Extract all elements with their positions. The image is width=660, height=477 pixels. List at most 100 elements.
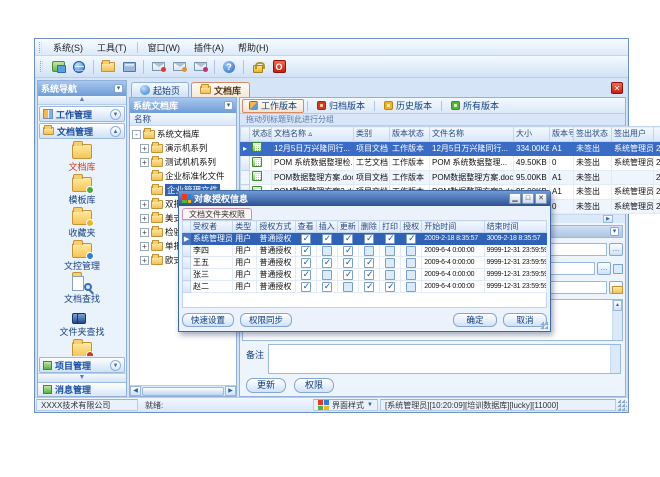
print-checkbox[interactable] bbox=[385, 258, 395, 268]
minimize-icon[interactable]: ▁ bbox=[509, 193, 521, 204]
sidebar-item-folder-search[interactable]: 文件夹查找 bbox=[40, 307, 124, 339]
col-start-time[interactable]: 开始时间 bbox=[422, 221, 484, 233]
sidebar-section-doc[interactable]: 文档管理 ▲ bbox=[39, 123, 125, 139]
tab-history-version[interactable]: 历史版本 bbox=[378, 99, 438, 113]
permission-row-selected[interactable]: ▶ 系统管理员用户普通授权 2009-2-18 8:35:573009-2-18… bbox=[183, 233, 547, 245]
group-by-bar[interactable]: 拖动列标题到此进行分组 bbox=[240, 114, 625, 126]
tab-all-version[interactable]: 所有版本 bbox=[445, 99, 505, 113]
permission-row[interactable]: 张三用户普通授权 2009-6-4 0:00:009999-12-31 23:5… bbox=[183, 269, 547, 281]
open-folder-icon[interactable] bbox=[99, 58, 117, 75]
print-checkbox[interactable] bbox=[385, 234, 395, 244]
menu-help[interactable]: 帮助(H) bbox=[232, 40, 275, 55]
print-checkbox[interactable] bbox=[385, 282, 395, 292]
tree-item[interactable]: + 测试机机系列 bbox=[130, 155, 236, 169]
quick-setup-button[interactable]: 快速设置 bbox=[182, 313, 234, 327]
col-view[interactable]: 查看 bbox=[295, 221, 316, 233]
sidebar-item-template-library[interactable]: 模板库 bbox=[40, 175, 124, 207]
remark-textarea[interactable] bbox=[268, 344, 621, 374]
insert-checkbox[interactable] bbox=[322, 234, 332, 244]
view-checkbox[interactable] bbox=[301, 270, 311, 280]
menu-window[interactable]: 窗口(W) bbox=[142, 40, 187, 55]
tab-document-library[interactable]: 文档库 bbox=[191, 82, 250, 97]
col-doc-name[interactable]: 文档名称 ▵ bbox=[272, 127, 354, 142]
col-auth-mode[interactable]: 授权方式 bbox=[257, 221, 295, 233]
authorize-checkbox[interactable] bbox=[406, 234, 416, 244]
pin-icon[interactable]: ▾ bbox=[224, 101, 233, 110]
computer-icon[interactable] bbox=[120, 58, 138, 75]
maximize-icon[interactable]: □ bbox=[522, 193, 534, 204]
grid-row[interactable]: POM数据整理方案.doc项目文档 工作版本POM数据整理方案.doc 95.0… bbox=[241, 170, 660, 185]
chevron-down-icon[interactable]: ▼ bbox=[110, 109, 121, 120]
pin-icon[interactable]: ▾ bbox=[610, 227, 619, 236]
insert-checkbox[interactable] bbox=[322, 282, 332, 292]
update-checkbox[interactable] bbox=[343, 246, 353, 256]
browse-folder-icon[interactable] bbox=[609, 281, 623, 294]
ok-button[interactable]: 确定 bbox=[453, 313, 497, 327]
update-checkbox[interactable] bbox=[343, 234, 353, 244]
expander-icon[interactable]: + bbox=[140, 242, 149, 251]
sidebar-scroll-up[interactable]: ▲ bbox=[38, 96, 126, 105]
view-checkbox[interactable] bbox=[301, 246, 311, 256]
expander-icon[interactable]: + bbox=[140, 144, 149, 153]
col-file-name[interactable]: 文件名称 bbox=[430, 127, 514, 142]
expander-icon[interactable]: + bbox=[140, 200, 149, 209]
scroll-right-icon[interactable]: ▶ bbox=[603, 215, 613, 223]
col-authorize[interactable]: 授权 bbox=[401, 221, 422, 233]
ellipsis-button[interactable]: … bbox=[597, 262, 611, 275]
internet-icon[interactable] bbox=[70, 58, 88, 75]
scroll-right-icon[interactable]: ▶ bbox=[225, 386, 236, 396]
print-checkbox[interactable] bbox=[385, 246, 395, 256]
permission-button[interactable]: 权限 bbox=[294, 378, 334, 393]
col-grantee[interactable]: 受权者 bbox=[191, 221, 233, 233]
dialog-resize-grip[interactable] bbox=[540, 321, 549, 330]
pin-icon[interactable]: ▾ bbox=[114, 84, 123, 93]
grid-row[interactable]: POM 系统数据整理检...工艺文档 工作版本POM 系统数据整理... 49.… bbox=[241, 156, 660, 171]
expander-icon[interactable]: + bbox=[140, 158, 149, 167]
sync-icon[interactable] bbox=[49, 58, 67, 75]
delete-checkbox[interactable] bbox=[364, 258, 374, 268]
view-checkbox[interactable] bbox=[301, 282, 311, 292]
tree-column-header[interactable]: 名称 bbox=[130, 113, 236, 126]
chevron-down-icon[interactable]: ▼ bbox=[110, 360, 121, 371]
col-version-no[interactable]: 版本号 bbox=[550, 127, 574, 142]
insert-checkbox[interactable] bbox=[322, 246, 332, 256]
scrollbar-thumb[interactable] bbox=[142, 387, 224, 396]
expander-icon[interactable]: - bbox=[132, 130, 141, 139]
delete-checkbox[interactable] bbox=[364, 234, 374, 244]
expander-icon[interactable]: + bbox=[140, 228, 149, 237]
permission-row[interactable]: 王五用户普通授权 2009-6-4 0:00:009999-12-31 23:5… bbox=[183, 257, 547, 269]
delete-checkbox[interactable] bbox=[364, 246, 374, 256]
authorize-checkbox[interactable] bbox=[406, 282, 416, 292]
col-end-time[interactable]: 结束时间 bbox=[484, 221, 546, 233]
permission-row[interactable]: 李四用户普通授权 2009-6-4 0:00:009999-12-31 23:5… bbox=[183, 245, 547, 257]
close-icon[interactable]: ✕ bbox=[535, 193, 547, 204]
col-print[interactable]: 打印 bbox=[380, 221, 401, 233]
permission-sync-button[interactable]: 权限同步 bbox=[240, 313, 292, 327]
tree-item[interactable]: + 演示机系列 bbox=[130, 141, 236, 155]
sidebar-section-project[interactable]: 项目管理 ▼ bbox=[39, 357, 125, 373]
property-checkbox[interactable] bbox=[613, 264, 623, 274]
col-checkout-user[interactable]: 签出用户 bbox=[612, 127, 654, 142]
sidebar-section-work[interactable]: 工作管理 ▼ bbox=[39, 106, 125, 122]
authorize-checkbox[interactable] bbox=[406, 270, 416, 280]
view-checkbox[interactable] bbox=[301, 234, 311, 244]
window-resize-grip[interactable] bbox=[617, 399, 627, 411]
tree-horizontal-scrollbar[interactable]: ◀ ▶ bbox=[130, 385, 236, 396]
tab-start-page[interactable]: 起始页 bbox=[131, 82, 189, 97]
mail-manage-icon[interactable] bbox=[191, 58, 209, 75]
col-insert[interactable]: 插入 bbox=[316, 221, 337, 233]
col-update[interactable]: 更新 bbox=[337, 221, 358, 233]
authorize-checkbox[interactable] bbox=[406, 258, 416, 268]
col-status-icon[interactable]: 状态图 bbox=[250, 127, 272, 142]
print-checkbox[interactable] bbox=[385, 270, 395, 280]
update-checkbox[interactable] bbox=[343, 270, 353, 280]
delete-checkbox[interactable] bbox=[364, 270, 374, 280]
col-category[interactable]: 类别 bbox=[354, 127, 390, 142]
mail-send-icon[interactable] bbox=[149, 58, 167, 75]
scroll-left-icon[interactable]: ◀ bbox=[130, 386, 141, 396]
sidebar-item-favorites[interactable]: 收藏夹 bbox=[40, 208, 124, 240]
col-delete[interactable]: 删除 bbox=[358, 221, 379, 233]
lock-icon[interactable] bbox=[249, 58, 267, 75]
grid-row-selected[interactable]: ▸ 12月5日万兴隆同行...项目文档 工作版本12月5日万兴隆同行... 33… bbox=[241, 141, 660, 156]
mail-receive-icon[interactable] bbox=[170, 58, 188, 75]
